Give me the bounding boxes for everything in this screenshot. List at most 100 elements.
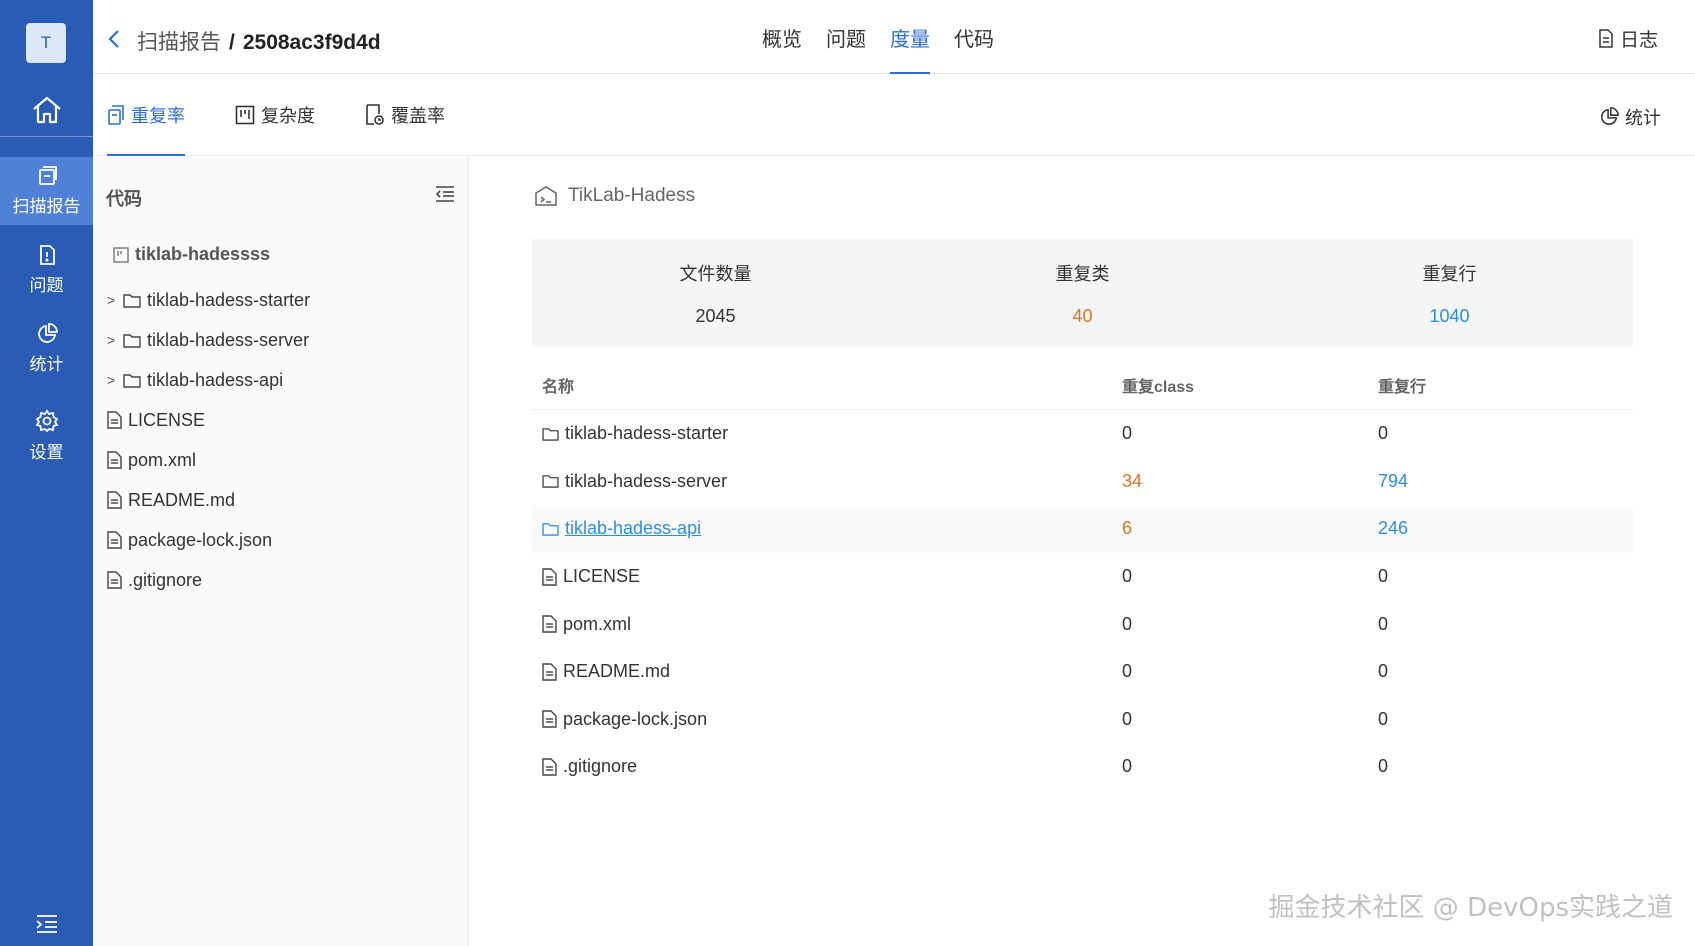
collapse-tree-icon[interactable] xyxy=(435,185,455,203)
log-label: 日志 xyxy=(1619,30,1658,51)
table-row[interactable]: LICENSE 0 0 xyxy=(532,553,1633,601)
row-lines: 0 xyxy=(1378,756,1389,777)
tree-item[interactable]: > tiklab-hadess-api xyxy=(107,360,457,400)
tree-item[interactable]: > tiklab-hadess-starter xyxy=(107,280,457,320)
row-name-cell: pom.xml xyxy=(532,614,1122,635)
row-classes: 0 xyxy=(1122,708,1133,729)
chevron-right-icon[interactable]: > xyxy=(107,372,117,388)
tree-item[interactable]: package-lock.json xyxy=(107,520,457,560)
file-icon xyxy=(107,531,122,549)
row-classes: 0 xyxy=(1122,756,1133,777)
tree-item[interactable]: > tiklab-hadess-server xyxy=(107,320,457,360)
subtab-complexity[interactable]: 复杂度 xyxy=(235,74,315,156)
code-tree-title: 代码 xyxy=(106,189,142,209)
tree-item-label: tiklab-hadess-server xyxy=(147,329,310,350)
watermark: 掘金技术社区 @ DevOps实践之道 xyxy=(1268,893,1673,923)
stat-label: 重复类 xyxy=(1055,263,1110,284)
rail-item-settings[interactable]: 设置 xyxy=(0,402,93,470)
rail-item-stats[interactable]: 统计 xyxy=(0,315,93,383)
home-button[interactable] xyxy=(0,85,93,135)
folder-icon xyxy=(123,373,141,388)
breadcrumb-separator: / xyxy=(229,31,235,54)
table-row[interactable]: README.md 0 0 xyxy=(532,648,1633,696)
row-lines: 0 xyxy=(1378,613,1389,634)
table-row[interactable]: pom.xml 0 0 xyxy=(532,600,1633,648)
rail-item-label: 统计 xyxy=(29,355,64,374)
row-name-cell: LICENSE xyxy=(532,566,1122,587)
breadcrumb-scan-report[interactable]: 扫描报告 xyxy=(137,31,221,54)
file-icon xyxy=(542,615,557,633)
file-icon xyxy=(107,571,122,589)
table-row[interactable]: tiklab-hadess-starter 0 0 xyxy=(532,410,1633,458)
row-name-cell: tiklab-hadess-starter xyxy=(532,423,1122,444)
tree-item-label: tiklab-hadess-starter xyxy=(147,289,311,310)
file-icon xyxy=(542,758,557,776)
log-button[interactable]: 日志 xyxy=(1598,25,1658,52)
tree-list: > tiklab-hadess-starter > tiklab-hadess-… xyxy=(107,280,457,600)
tree-item[interactable]: LICENSE xyxy=(107,400,457,440)
tree-root[interactable]: tiklab-hadessss xyxy=(113,244,270,265)
top-tabs: 概览 问题 度量 代码 xyxy=(762,0,994,74)
row-name-cell: tiklab-hadess-server xyxy=(532,471,1122,492)
table-row[interactable]: tiklab-hadess-server 34 794 xyxy=(532,458,1633,506)
tree-item[interactable]: .gitignore xyxy=(107,560,457,600)
breadcrumb: 扫描报告 / 2508ac3f9d4d xyxy=(137,26,381,56)
tree-item[interactable]: README.md xyxy=(107,480,457,520)
tree-item-label: README.md xyxy=(128,489,236,510)
statistics-button[interactable]: 统计 xyxy=(1599,104,1661,130)
back-arrow-icon[interactable] xyxy=(107,28,121,50)
file-icon xyxy=(542,567,557,586)
metric-subtabs: 重复率 复杂度 覆盖率 xyxy=(107,74,445,156)
row-name[interactable]: pom.xml xyxy=(563,614,631,635)
duplication-table: 名称 重复class 重复行 tiklab-hadess-starter 0 0… xyxy=(532,360,1633,791)
row-name-cell: README.md xyxy=(532,661,1122,682)
subtab-label: 覆盖率 xyxy=(391,106,445,126)
row-name[interactable]: LICENSE xyxy=(563,566,640,587)
row-lines: 246 xyxy=(1378,518,1409,539)
subtab-coverage[interactable]: 覆盖率 xyxy=(365,74,445,156)
row-name-cell: package-lock.json xyxy=(532,709,1122,730)
row-classes: 0 xyxy=(1122,423,1133,444)
statistics-label: 统计 xyxy=(1625,108,1661,128)
column-header-classes: 重复class xyxy=(1122,378,1195,396)
row-classes: 0 xyxy=(1122,613,1133,634)
tab-metrics[interactable]: 度量 xyxy=(890,0,930,74)
rail-item-scan-report[interactable]: 扫描报告 xyxy=(0,157,93,225)
project-icon xyxy=(534,185,558,207)
row-classes: 6 xyxy=(1122,518,1133,539)
stat-duplicate-lines: 重复行 1040 xyxy=(1266,239,1633,347)
row-classes: 34 xyxy=(1122,470,1143,491)
rail-item-label: 设置 xyxy=(29,443,64,462)
row-name[interactable]: .gitignore xyxy=(563,756,637,777)
row-name[interactable]: tiklab-hadess-starter xyxy=(565,423,728,444)
file-icon xyxy=(107,491,122,509)
stat-label: 文件数量 xyxy=(679,263,752,284)
left-rail: T 扫描报告 问题 统计 设置 xyxy=(0,0,93,946)
row-name[interactable]: tiklab-hadess-api xyxy=(565,518,701,539)
folder-icon xyxy=(123,293,141,308)
rail-item-label: 扫描报告 xyxy=(12,197,81,216)
tab-overview[interactable]: 概览 xyxy=(762,0,802,74)
avatar[interactable]: T xyxy=(26,23,66,63)
row-lines: 0 xyxy=(1378,423,1389,444)
stat-value: 40 xyxy=(1072,305,1093,326)
tree-item-label: package-lock.json xyxy=(128,529,273,550)
row-name[interactable]: tiklab-hadess-server xyxy=(565,471,727,492)
scan-report-icon xyxy=(36,165,58,187)
rail-item-issues[interactable]: 问题 xyxy=(0,236,93,304)
folder-icon xyxy=(542,474,559,489)
tab-code[interactable]: 代码 xyxy=(954,0,994,74)
tree-item[interactable]: pom.xml xyxy=(107,440,457,480)
row-name[interactable]: package-lock.json xyxy=(563,709,707,730)
table-row[interactable]: .gitignore 0 0 xyxy=(532,743,1633,791)
tab-issues[interactable]: 问题 xyxy=(826,0,866,74)
chevron-right-icon[interactable]: > xyxy=(107,332,117,348)
subtab-duplication[interactable]: 重复率 xyxy=(107,74,185,156)
code-tree-panel: 代码 tiklab-hadessss > tiklab-hadess-start… xyxy=(93,157,469,946)
expand-menu-button[interactable] xyxy=(0,914,93,934)
chevron-right-icon[interactable]: > xyxy=(107,292,117,308)
table-row[interactable]: tiklab-hadess-api 6 246 xyxy=(532,505,1633,553)
file-icon xyxy=(542,663,557,681)
row-name[interactable]: README.md xyxy=(563,661,670,682)
table-row[interactable]: package-lock.json 0 0 xyxy=(532,696,1633,744)
